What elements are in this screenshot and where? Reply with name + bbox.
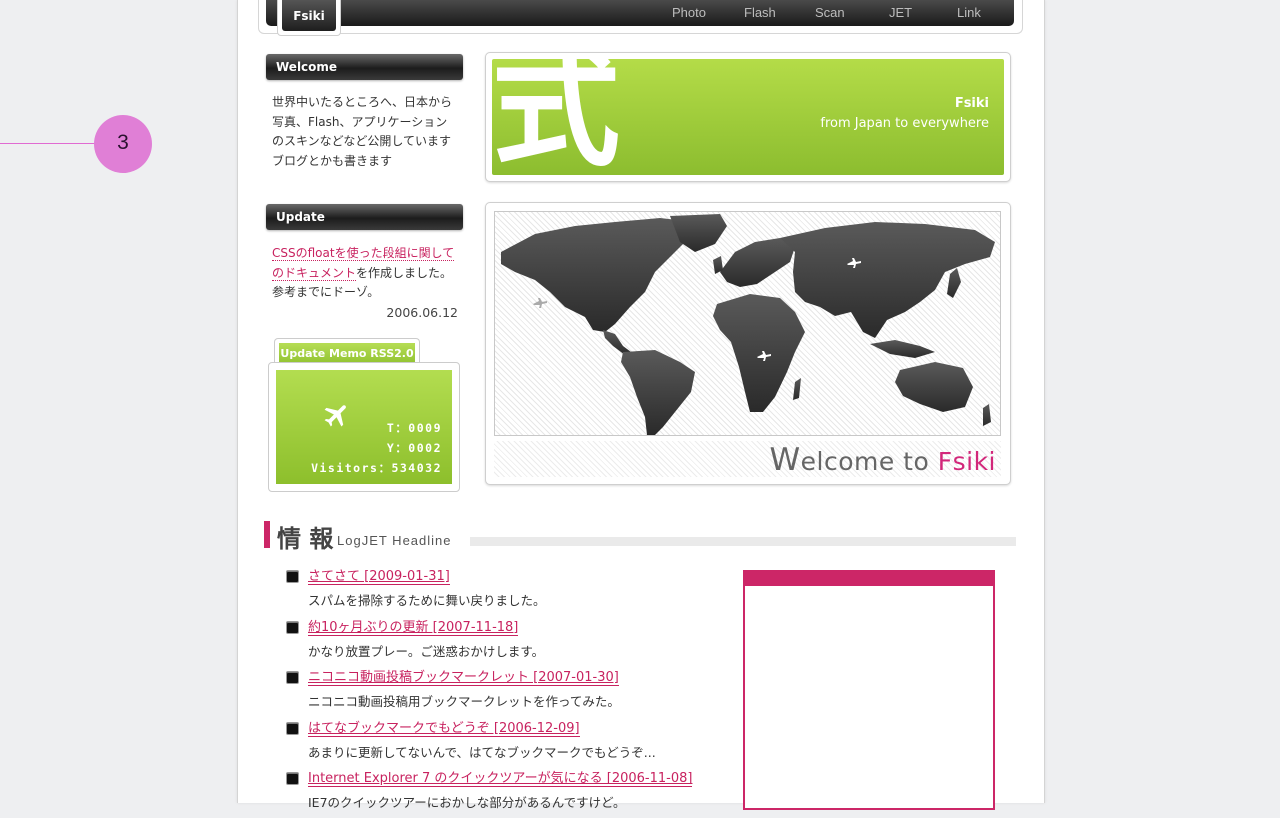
bullet-icon [286, 570, 299, 583]
news-link[interactable]: 約10ヶ月ぶりの更新 [2007-11-18] [308, 620, 519, 636]
stat-visitors: Visitors：534032 [311, 460, 442, 476]
news-desc: ニコニコ動画投稿用ブックマークレットを作ってみた。 [308, 694, 620, 710]
brand-label: Fsiki [282, 0, 336, 31]
welcome-brand: Fsiki [937, 447, 996, 476]
visitor-counter: T：0009 Y：0002 Visitors：534032 [268, 362, 460, 492]
news-desc: IE7のクイックツアーにおかしな部分があるんですけど。 [308, 795, 626, 811]
news-list: さてさて [2009-01-31] スパムを掃除するために舞い戻りました。 約1… [286, 565, 726, 818]
annotation-marker: 3 [94, 115, 152, 173]
news-link[interactable]: ニコニコ動画投稿ブックマークレット [2007-01-30] [308, 670, 619, 687]
news-link[interactable]: さてさて [2009-01-31] [308, 569, 450, 585]
stat-visitors-label: Visitors： [311, 461, 392, 475]
headline-subtitle: LogJET Headline [337, 533, 452, 548]
world-map [494, 211, 1001, 436]
world-map-panel: Welcome to Fsiki [485, 202, 1011, 485]
stat-visitors-value: 534032 [391, 461, 442, 475]
update-heading: Update [266, 204, 463, 230]
news-item: 約10ヶ月ぶりの更新 [2007-11-18] かなり放置プレー。ご迷惑おかけし… [286, 616, 726, 667]
side-widget-panel [743, 570, 995, 810]
welcome-text: 世界中いたるところへ、日本から写真、Flash、アプリケーションのスキンなどなど… [272, 95, 453, 168]
welcome-text: Welcome to Fsiki [769, 442, 996, 478]
news-item: さてさて [2009-01-31] スパムを掃除するために舞い戻りました。 [286, 565, 726, 616]
welcome-initial: W [769, 442, 801, 478]
welcome-heading: Welcome [266, 54, 463, 80]
news-desc: かなり放置プレー。ご迷惑おかけします。 [308, 643, 545, 659]
stat-today: T：0009 [387, 420, 442, 436]
stat-today-value: 0009 [408, 421, 442, 435]
stat-today-label: T： [386, 421, 409, 435]
brand-tab[interactable]: Fsiki [277, 0, 341, 36]
banner-subtitle: from Japan to everywhere [820, 116, 989, 131]
update-text: CSSのfloatを使った段組に関してのドキュメントを作成しました。参考までにド… [272, 244, 458, 303]
nav-scan[interactable]: Scan [815, 5, 845, 20]
headline-divider [470, 537, 1016, 546]
nav-jet[interactable]: JET [889, 5, 912, 20]
bullet-icon [286, 671, 299, 685]
bullet-icon [286, 721, 299, 735]
bullet-icon [286, 620, 299, 634]
airplane-icon [324, 405, 346, 427]
news-link[interactable]: はてなブックマークでもどうぞ [2006-12-09] [308, 721, 580, 737]
news-desc: スパムを掃除するために舞い戻りました。 [308, 593, 546, 608]
news-link[interactable]: Internet Explorer 7 のクイックツアーが気になる [2006-… [308, 771, 693, 788]
bullet-icon [286, 772, 299, 786]
headline-accent-bar [264, 521, 270, 548]
news-desc: あまりに更新してないんで、はてなブックマークでもどうぞ... [308, 744, 656, 760]
hero-banner: 式 Fsiki from Japan to everywhere [485, 52, 1011, 182]
stat-yesterday-value: 0002 [408, 441, 442, 455]
stat-yesterday-label: Y： [386, 441, 409, 455]
news-item: Internet Explorer 7 のクイックツアーが気になる [2006-… [286, 767, 726, 818]
world-map-graphic [501, 214, 995, 435]
welcome-rest: elcome to [800, 447, 938, 476]
nav-link[interactable]: Link [957, 5, 981, 20]
nav-flash[interactable]: Flash [744, 5, 776, 20]
hero-banner-panel: 式 Fsiki from Japan to everywhere [492, 59, 1004, 175]
logo-kanji: 式 [492, 59, 621, 175]
visitor-counter-panel: T：0009 Y：0002 Visitors：534032 [276, 370, 452, 484]
update-date: 2006.06.12 [386, 305, 458, 320]
stat-yesterday: Y：0002 [387, 440, 442, 456]
banner-title: Fsiki [954, 96, 989, 111]
news-item: ニコニコ動画投稿ブックマークレット [2007-01-30] ニコニコ動画投稿用… [286, 666, 726, 717]
news-item: はてなブックマークでもどうぞ [2006-12-09] あまりに更新してないんで… [286, 717, 726, 768]
headline-title: 情 報 [277, 525, 334, 553]
nav-photo[interactable]: Photo [672, 5, 706, 20]
